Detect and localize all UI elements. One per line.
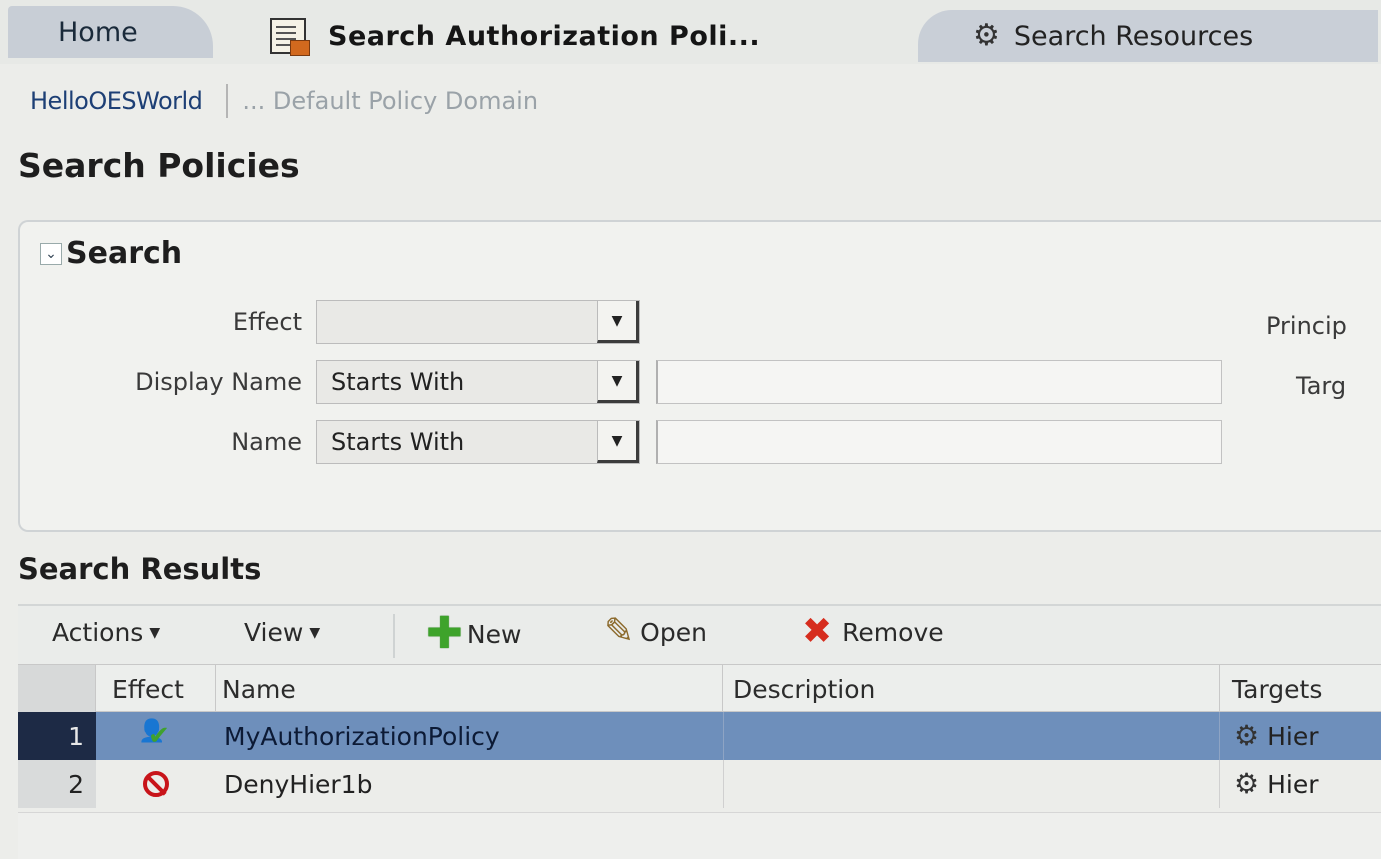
- pencil-icon: ✎: [604, 611, 635, 652]
- principal-label: Princip: [1266, 312, 1347, 340]
- name-operator-select[interactable]: Starts With ▼: [316, 420, 640, 464]
- tab-home[interactable]: Home: [8, 6, 213, 58]
- table-row[interactable]: 1 👤 ✔ MyAuthorizationPolicy ⚙ Hier: [18, 712, 1381, 760]
- display-name-input[interactable]: [656, 360, 1222, 404]
- policy-description: [723, 712, 1220, 760]
- policy-name[interactable]: MyAuthorizationPolicy: [216, 712, 723, 760]
- dropdown-arrow-icon[interactable]: ▼: [597, 421, 639, 463]
- results-table: Effect Name Description Targets 1 👤 ✔ MyA…: [18, 664, 1381, 808]
- actions-menu[interactable]: Actions ▼: [52, 618, 160, 647]
- targets-value: Hier: [1267, 769, 1319, 799]
- name-operator-value: Starts With: [331, 428, 465, 456]
- open-button-label: Open: [640, 617, 707, 647]
- search-panel: ⌄ Search Effect ▼ Display Name Starts Wi…: [18, 220, 1381, 532]
- effect-label: Effect: [232, 308, 302, 336]
- targets-value: Hier: [1267, 721, 1319, 751]
- effect-cell: [96, 760, 216, 808]
- gear-icon: ⚙: [973, 18, 1000, 53]
- search-results-title: Search Results: [18, 552, 262, 586]
- table-empty-area: [18, 812, 1381, 859]
- row-number: 2: [18, 760, 96, 808]
- view-menu-label: View: [244, 618, 304, 647]
- table-row[interactable]: 2 DenyHier1b ⚙ Hier: [18, 760, 1381, 808]
- effect-column-header[interactable]: Effect: [96, 665, 216, 713]
- description-column-header[interactable]: Description: [723, 665, 1220, 713]
- tab-resources-label: Search Resources: [1013, 20, 1254, 52]
- name-label: Name: [231, 428, 302, 456]
- tab-active-label: Search Authorization Poli...: [328, 20, 761, 52]
- targets-cell: ⚙ Hier: [1220, 712, 1381, 760]
- tab-search-resources[interactable]: ⚙ Search Resources: [918, 10, 1378, 62]
- table-header: Effect Name Description Targets: [18, 664, 1381, 713]
- name-column-header[interactable]: Name: [216, 665, 723, 713]
- remove-x-icon: ✖: [802, 611, 833, 652]
- gear-icon: ⚙: [1234, 719, 1260, 752]
- dropdown-arrow-icon[interactable]: ▼: [597, 301, 639, 343]
- breadcrumb-app-link[interactable]: HelloOESWorld: [30, 87, 203, 115]
- breadcrumb: HelloOESWorld ... Default Policy Domain: [30, 84, 538, 118]
- display-name-label: Display Name: [135, 368, 302, 396]
- display-name-operator-select[interactable]: Starts With ▼: [316, 360, 640, 404]
- search-panel-title: Search: [66, 236, 183, 271]
- name-input[interactable]: [656, 420, 1222, 464]
- targets-cell: ⚙ Hier: [1220, 760, 1381, 808]
- actions-menu-label: Actions: [52, 618, 144, 647]
- policy-document-icon: [270, 18, 310, 56]
- gear-icon: ⚙: [1234, 767, 1260, 800]
- display-name-operator-value: Starts With: [331, 368, 465, 396]
- tab-home-label: Home: [58, 16, 138, 48]
- add-icon: ✚: [426, 608, 463, 659]
- breadcrumb-current: ... Default Policy Domain: [242, 87, 539, 115]
- deny-icon: [143, 771, 169, 797]
- row-number-header: [18, 665, 96, 713]
- permit-icon: 👤 ✔: [138, 719, 170, 751]
- chevron-down-icon: ▼: [309, 624, 321, 641]
- remove-button-label: Remove: [842, 617, 944, 647]
- results-toolbar: Actions ▼ View ▼ ✚ New ✎ Open ✖ Remove: [18, 604, 1381, 664]
- dropdown-arrow-icon[interactable]: ▼: [597, 361, 639, 403]
- remove-button[interactable]: ✖ Remove: [802, 614, 944, 650]
- breadcrumb-separator: [226, 84, 229, 118]
- toolbar-divider: [393, 614, 395, 658]
- policy-name[interactable]: DenyHier1b: [216, 760, 723, 808]
- collapse-chevron-icon[interactable]: ⌄: [40, 242, 62, 265]
- effect-select[interactable]: ▼: [316, 300, 640, 344]
- page-title: Search Policies: [18, 146, 300, 185]
- tab-bar: Home Search Authorization Poli... ⚙ Sear…: [0, 0, 1381, 64]
- tab-search-authorization-policies[interactable]: Search Authorization Poli...: [262, 8, 852, 64]
- chevron-down-icon: ▼: [149, 624, 161, 641]
- policy-description: [723, 760, 1220, 808]
- targets-column-header[interactable]: Targets: [1220, 665, 1381, 713]
- row-number: 1: [18, 712, 96, 760]
- new-button[interactable]: ✚ New: [426, 612, 521, 656]
- view-menu[interactable]: View ▼: [244, 618, 320, 647]
- new-button-label: New: [466, 619, 522, 649]
- target-label: Targ: [1296, 372, 1347, 400]
- search-panel-header[interactable]: ⌄ Search: [40, 236, 182, 271]
- open-button[interactable]: ✎ Open: [604, 614, 707, 650]
- effect-cell: 👤 ✔: [96, 712, 216, 760]
